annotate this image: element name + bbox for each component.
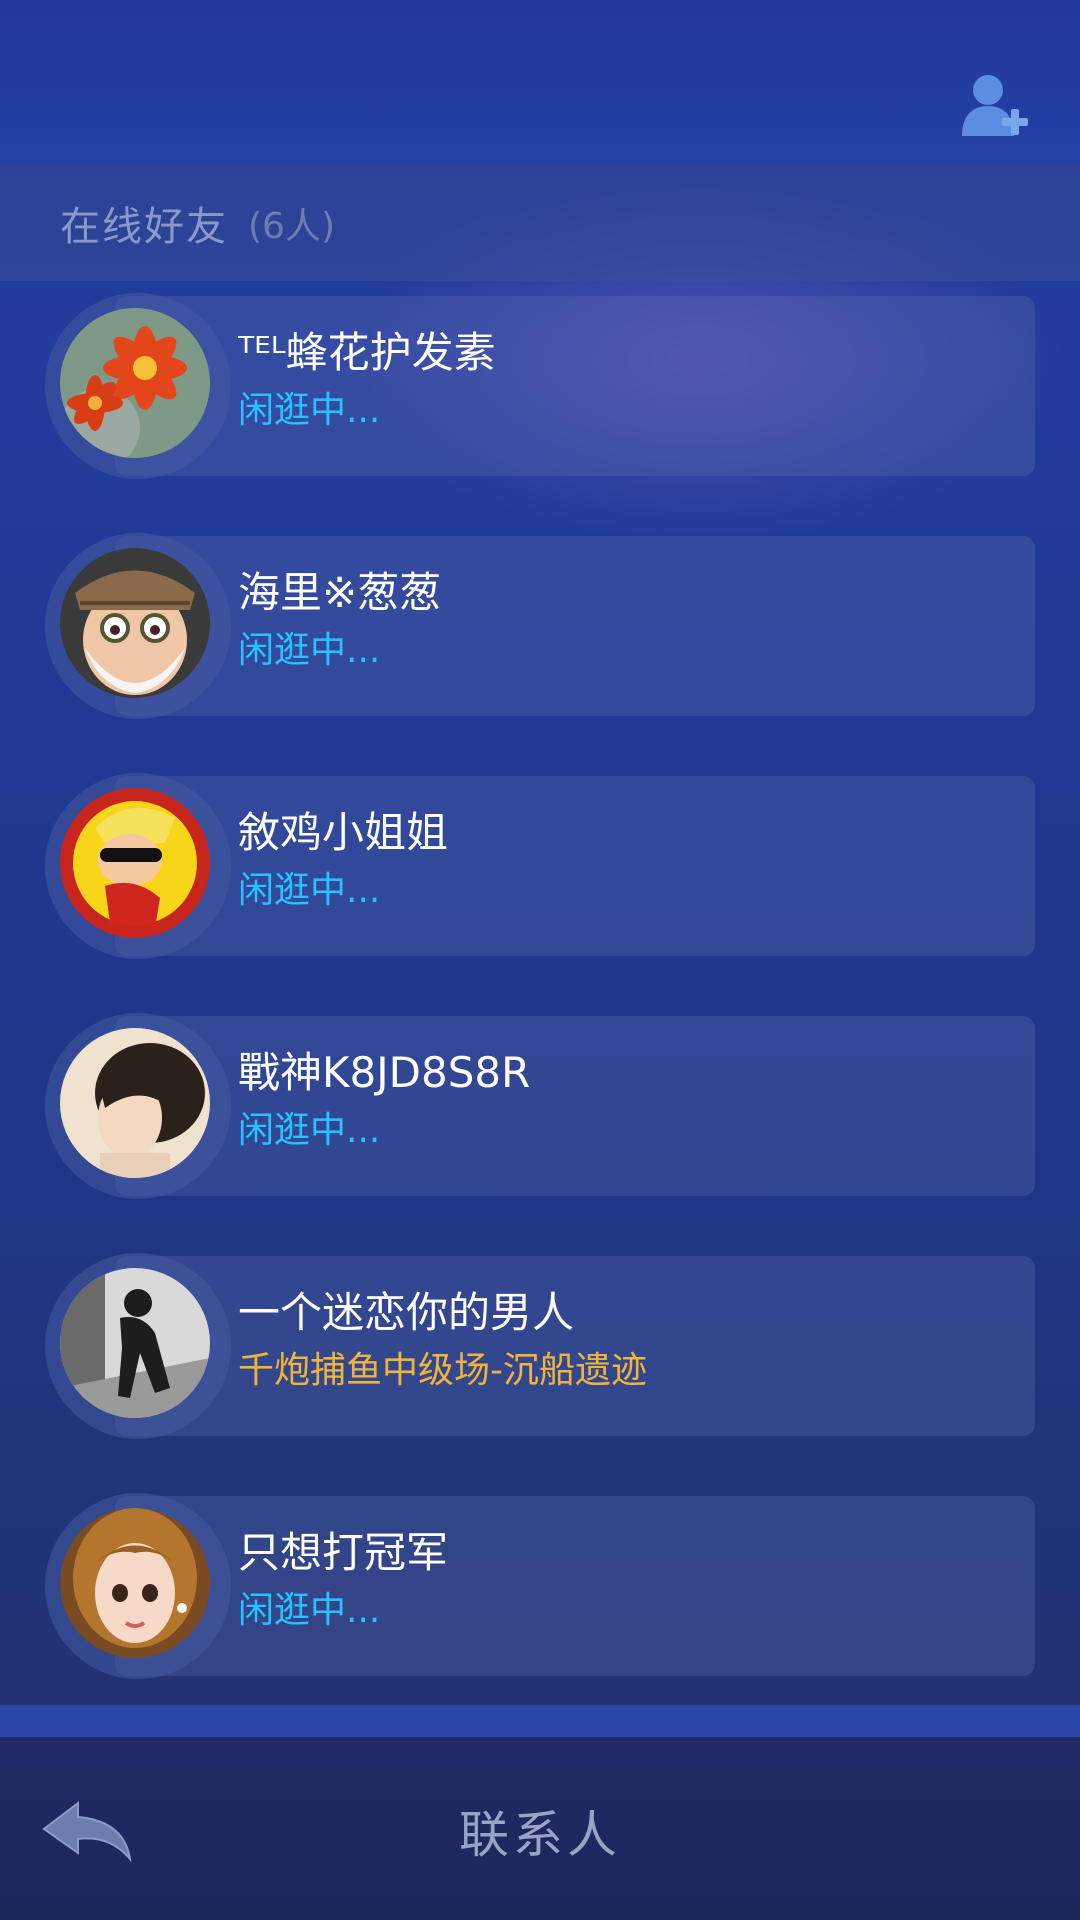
silhouette-photo-avatar [60, 1268, 210, 1418]
friend-name: 只想打冠军 [238, 1528, 449, 1577]
friend-row[interactable]: 戰神K8JD8S8R 闲逛中... [45, 1001, 1035, 1199]
friend-status: 闲逛中... [238, 1590, 381, 1631]
friend-name: 戰神K8JD8S8R [238, 1048, 531, 1097]
friend-name: ᵀᴱᴸ蜂花护发素 [238, 328, 496, 377]
divider [0, 1705, 1080, 1737]
add-user-icon[interactable] [960, 70, 1032, 142]
red-flower-avatar [60, 308, 210, 458]
cartoon-girl-avatar [60, 1508, 210, 1658]
online-count: (6人) [248, 206, 335, 247]
bottom-bar: 联系人 [0, 1737, 1080, 1920]
friend-name: 敘鸡小姐姐 [238, 808, 449, 857]
friend-name: 一个迷恋你的男人 [238, 1288, 575, 1337]
girl-photo-avatar [60, 1028, 210, 1178]
superhero-cartoon-avatar [60, 788, 210, 938]
friend-name: 海里※葱葱 [238, 568, 442, 617]
friend-status: 闲逛中... [238, 870, 381, 911]
section-title: 在线好友 [60, 204, 228, 250]
top-bar [0, 0, 1080, 165]
friend-row[interactable]: 只想打冠军 闲逛中... [45, 1481, 1035, 1679]
friend-row[interactable]: ᵀᴱᴸ蜂花护发素 闲逛中... [45, 281, 1035, 479]
friend-row[interactable]: 敘鸡小姐姐 闲逛中... [45, 761, 1035, 959]
friend-row[interactable]: 一个迷恋你的男人 千炮捕鱼中级场-沉船遗迹 [45, 1241, 1035, 1439]
friend-status: 闲逛中... [238, 630, 381, 671]
page-title: 联系人 [459, 1806, 621, 1864]
friend-row[interactable]: 海里※葱葱 闲逛中... [45, 521, 1035, 719]
friend-status: 闲逛中... [238, 1110, 381, 1151]
friend-status: 闲逛中... [238, 390, 381, 431]
old-man-cartoon-avatar [60, 548, 210, 698]
friend-status: 千炮捕鱼中级场-沉船遗迹 [238, 1350, 647, 1391]
online-friends-header: 在线好友 (6人) [0, 165, 1080, 281]
